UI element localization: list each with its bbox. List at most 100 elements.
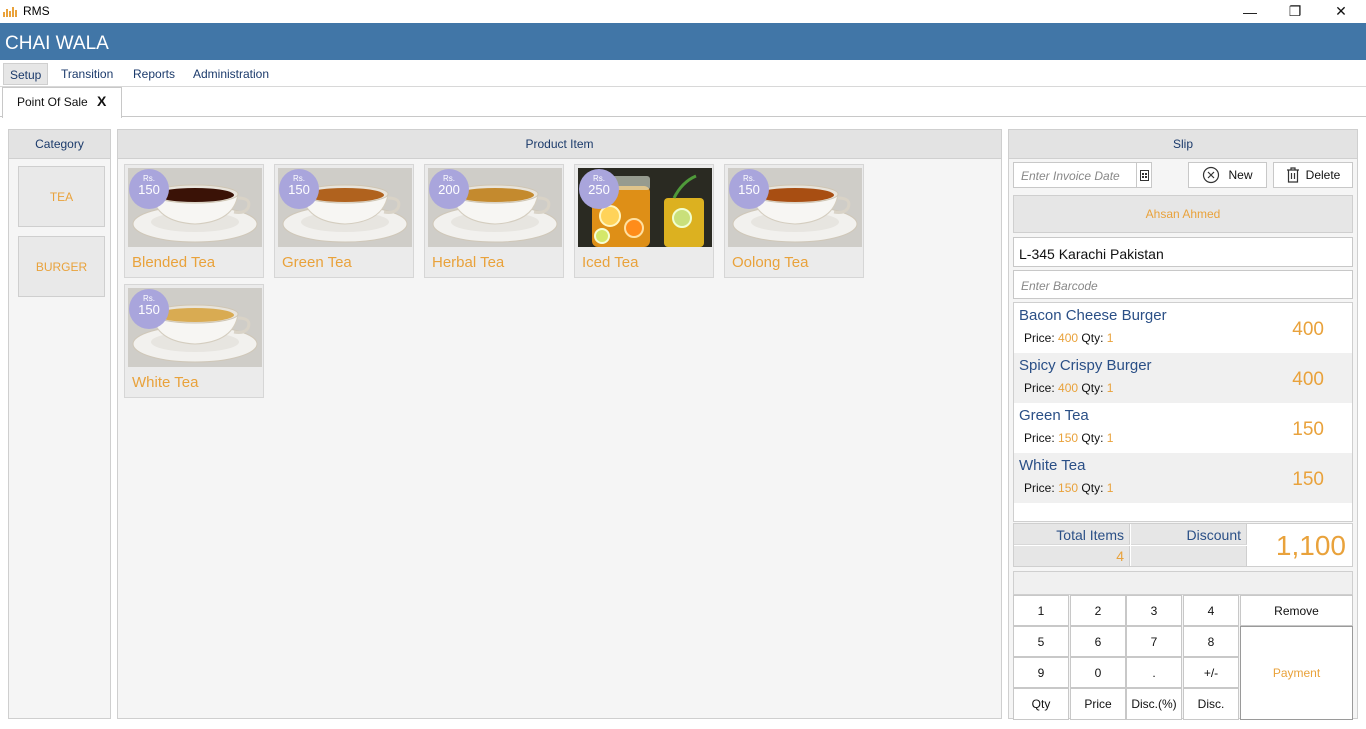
qty-mode-button[interactable]: Qty bbox=[1013, 688, 1069, 720]
discount-button[interactable]: Disc. bbox=[1183, 688, 1239, 720]
line-item-total: 400 bbox=[1292, 369, 1324, 390]
qty-label: Qty: bbox=[1081, 431, 1104, 445]
delete-invoice-button[interactable]: Delete bbox=[1273, 162, 1353, 188]
barcode-input[interactable]: Enter Barcode bbox=[1013, 270, 1353, 299]
category-panel: Category TEA BURGER bbox=[8, 129, 111, 719]
price-badge: Rs. 150 bbox=[129, 289, 169, 329]
line-item-detail: Price: 150 Qty: 1 bbox=[1024, 431, 1113, 445]
product-name: Green Tea bbox=[282, 254, 352, 271]
app-banner: CHAI WALA bbox=[0, 23, 1366, 60]
app-logo-icon bbox=[3, 5, 19, 17]
delete-button-label: Delete bbox=[1305, 168, 1341, 182]
remove-button[interactable]: Remove bbox=[1240, 595, 1353, 626]
new-invoice-button[interactable]: New bbox=[1188, 162, 1267, 188]
qty-label: Qty: bbox=[1081, 331, 1104, 345]
qty-label: Qty: bbox=[1081, 481, 1104, 495]
line-item-qty: 1 bbox=[1106, 331, 1114, 345]
tab-close-button[interactable]: X bbox=[97, 93, 106, 109]
payment-button[interactable]: Payment bbox=[1240, 626, 1353, 720]
price-value: 250 bbox=[588, 182, 610, 197]
price-label: Price: bbox=[1024, 381, 1055, 395]
product-panel: Product Item Rs. 150 Blended Tea Rs. 150 Gree… bbox=[117, 129, 1002, 719]
invoice-date-picker[interactable]: Enter Invoice Date bbox=[1013, 162, 1152, 188]
customer-selector[interactable]: Ahsan Ahmed bbox=[1013, 195, 1353, 233]
total-items-value: 4 bbox=[1014, 546, 1130, 566]
order-line[interactable]: White Tea Price: 150 Qty: 1 150 bbox=[1014, 453, 1352, 503]
order-line[interactable]: Bacon Cheese Burger Price: 400 Qty: 1 400 bbox=[1014, 303, 1352, 353]
order-line[interactable]: Spicy Crispy Burger Price: 400 Qty: 1 400 bbox=[1014, 353, 1352, 403]
trash-icon bbox=[1286, 167, 1299, 183]
slip-header: Slip bbox=[1009, 130, 1357, 159]
product-name: Blended Tea bbox=[132, 254, 216, 271]
category-tea-button[interactable]: TEA bbox=[18, 166, 105, 227]
keypad-key[interactable]: . bbox=[1126, 657, 1182, 688]
status-strip bbox=[1013, 571, 1353, 595]
menu-transition[interactable]: Transition bbox=[55, 63, 119, 85]
line-item-price: 150 bbox=[1058, 481, 1079, 495]
grand-total: 1,100 bbox=[1275, 530, 1346, 561]
calendar-icon[interactable] bbox=[1136, 163, 1151, 187]
barcode-placeholder: Enter Barcode bbox=[1021, 279, 1098, 293]
product-card[interactable]: Rs. 150 Green Tea bbox=[274, 164, 414, 278]
price-value: 150 bbox=[138, 302, 160, 317]
discount-percent-button[interactable]: Disc.(%) bbox=[1126, 688, 1182, 720]
category-burger-button[interactable]: BURGER bbox=[18, 236, 105, 297]
discount-label: Discount bbox=[1131, 524, 1247, 545]
keypad-key[interactable]: 5 bbox=[1013, 626, 1069, 657]
product-card[interactable]: Rs. 150 White Tea bbox=[124, 284, 264, 398]
menu-administration[interactable]: Administration bbox=[187, 63, 275, 85]
tab-point-of-sale[interactable]: Point Of Sale X bbox=[2, 87, 122, 118]
line-item-name: White Tea bbox=[1019, 457, 1086, 474]
keypad-key[interactable]: 8 bbox=[1183, 626, 1239, 657]
invoice-date-placeholder: Enter Invoice Date bbox=[1021, 169, 1120, 183]
line-item-name: Spicy Crispy Burger bbox=[1019, 357, 1152, 374]
price-badge: Rs. 200 bbox=[429, 169, 469, 209]
cancel-circle-icon bbox=[1203, 166, 1220, 184]
restaurant-name: CHAI WALA bbox=[5, 33, 109, 54]
product-name: White Tea bbox=[132, 374, 199, 391]
discount-value bbox=[1131, 546, 1247, 566]
app-title: RMS bbox=[23, 4, 50, 18]
keypad-key[interactable]: 9 bbox=[1013, 657, 1069, 688]
product-name: Iced Tea bbox=[582, 254, 639, 271]
minimize-button[interactable]: — bbox=[1227, 0, 1273, 23]
line-item-detail: Price: 400 Qty: 1 bbox=[1024, 331, 1113, 345]
price-label: Price: bbox=[1024, 431, 1055, 445]
line-item-detail: Price: 400 Qty: 1 bbox=[1024, 381, 1113, 395]
line-item-qty: 1 bbox=[1106, 481, 1114, 495]
keypad-key[interactable]: 3 bbox=[1126, 595, 1182, 626]
new-button-label: New bbox=[1228, 168, 1253, 182]
keypad-key[interactable]: 4 bbox=[1183, 595, 1239, 626]
price-value: 150 bbox=[138, 182, 160, 197]
price-value: 150 bbox=[738, 182, 760, 197]
product-card[interactable]: Rs. 150 Blended Tea bbox=[124, 164, 264, 278]
totals-panel: Total Items 4 Discount 1,100 bbox=[1013, 523, 1353, 567]
order-line[interactable]: Green Tea Price: 150 Qty: 1 150 bbox=[1014, 403, 1352, 453]
line-item-price: 150 bbox=[1058, 431, 1079, 445]
keypad-key[interactable]: 2 bbox=[1070, 595, 1126, 626]
keypad-key[interactable]: 7 bbox=[1126, 626, 1182, 657]
line-item-name: Bacon Cheese Burger bbox=[1019, 307, 1167, 324]
address-field[interactable]: L-345 Karachi Pakistan bbox=[1013, 237, 1353, 267]
menu-reports[interactable]: Reports bbox=[127, 63, 181, 85]
keypad-key[interactable]: 1 bbox=[1013, 595, 1069, 626]
price-label: Price: bbox=[1024, 331, 1055, 345]
close-window-button[interactable]: ✕ bbox=[1318, 0, 1364, 23]
line-item-qty: 1 bbox=[1106, 381, 1114, 395]
window-titlebar: RMS — ❐ ✕ bbox=[0, 0, 1366, 23]
product-card[interactable]: Rs. 250 Iced Tea bbox=[574, 164, 714, 278]
qty-label: Qty: bbox=[1081, 381, 1104, 395]
document-tabs: Point Of Sale X bbox=[0, 87, 1366, 118]
product-card[interactable]: Rs. 150 Oolong Tea bbox=[724, 164, 864, 278]
price-badge: Rs. 150 bbox=[729, 169, 769, 209]
product-name: Oolong Tea bbox=[732, 254, 809, 271]
keypad-key[interactable]: 0 bbox=[1070, 657, 1126, 688]
product-card[interactable]: Rs. 200 Herbal Tea bbox=[424, 164, 564, 278]
menu-setup[interactable]: Setup bbox=[3, 63, 49, 85]
line-item-price: 400 bbox=[1058, 381, 1079, 395]
line-item-total: 150 bbox=[1292, 469, 1324, 490]
price-mode-button[interactable]: Price bbox=[1070, 688, 1126, 720]
keypad-key[interactable]: 6 bbox=[1070, 626, 1126, 657]
restore-button[interactable]: ❐ bbox=[1272, 0, 1318, 23]
keypad-key[interactable]: +/- bbox=[1183, 657, 1239, 688]
